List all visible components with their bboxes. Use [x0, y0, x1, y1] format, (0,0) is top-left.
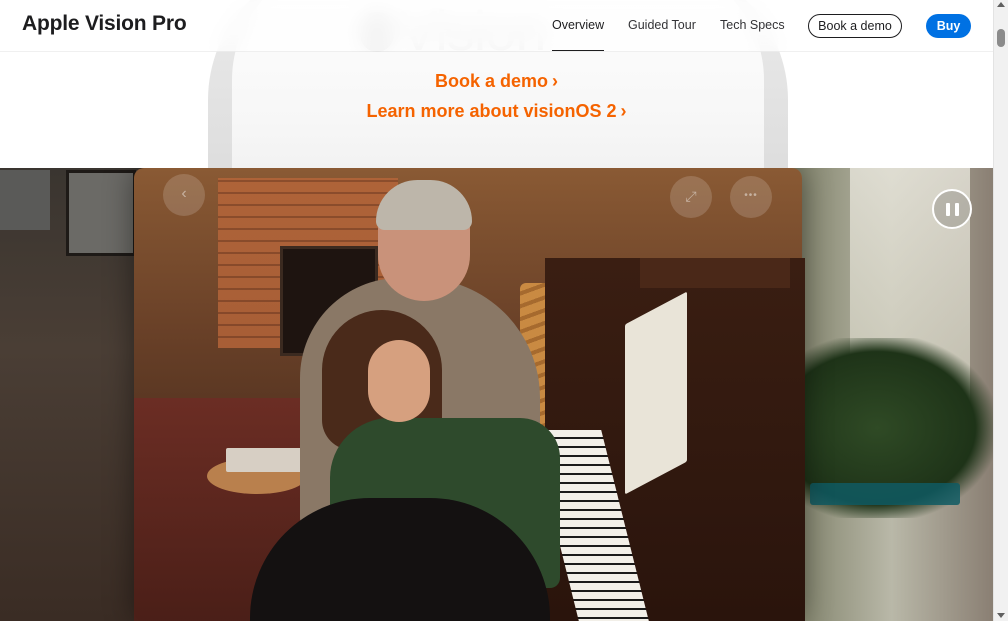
chevron-right-icon: ›: [620, 101, 627, 121]
scroll-up-arrow-icon[interactable]: [997, 2, 1005, 7]
expand-icon: ⤢: [670, 176, 712, 218]
nav-link-tech-specs[interactable]: Tech Specs: [720, 18, 785, 32]
video-wall-frame: [66, 170, 136, 256]
book-demo-button[interactable]: Book a demo: [808, 14, 902, 38]
video-sheet-music: [625, 291, 687, 495]
video-pause-button[interactable]: [932, 189, 972, 229]
more-icon: •••: [730, 176, 772, 218]
book-demo-link[interactable]: Book a demo ›: [0, 66, 993, 96]
video-piano-top: [640, 258, 790, 288]
product-title[interactable]: Apple Vision Pro: [22, 12, 187, 36]
scroll-down-arrow-icon[interactable]: [997, 613, 1005, 618]
chevron-right-icon: ›: [552, 71, 559, 91]
learn-visionos-link[interactable]: Learn more about visionOS 2 ›: [0, 96, 993, 126]
nav-link-overview[interactable]: Overview: [552, 18, 604, 32]
hero-links: Book a demo › Learn more about visionOS 2…: [0, 66, 993, 126]
buy-button[interactable]: Buy: [926, 14, 971, 38]
scrollbar-thumb[interactable]: [997, 29, 1005, 47]
video-book: [226, 448, 306, 472]
active-tab-indicator: [552, 50, 604, 51]
hero-video[interactable]: ‹ ⤢ •••: [0, 168, 993, 621]
product-nav-bar: Apple Vision Pro Overview Guided Tour Te…: [0, 0, 993, 52]
video-wall-photo: [0, 170, 50, 230]
nav-link-guided-tour[interactable]: Guided Tour: [628, 18, 696, 32]
video-girl-face: [368, 340, 430, 422]
page-scrollbar[interactable]: [993, 0, 1008, 621]
video-glass-table: [810, 483, 960, 505]
back-chevron-icon: ‹: [163, 174, 205, 216]
